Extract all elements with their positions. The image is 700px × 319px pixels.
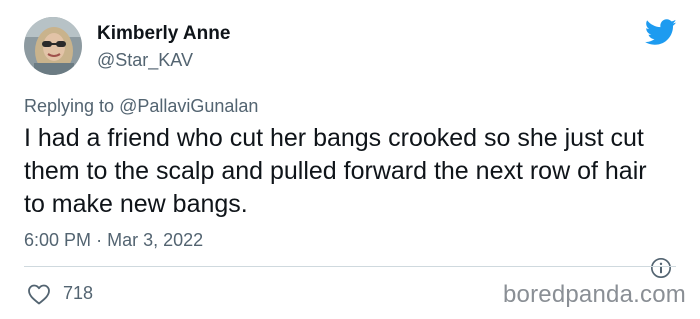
twitter-bird-icon[interactable] xyxy=(645,19,677,46)
tweet-time: 6:00 PM xyxy=(24,230,92,250)
like-count[interactable]: 718 xyxy=(63,283,93,304)
author-display-name[interactable]: Kimberly Anne xyxy=(97,23,230,45)
info-icon[interactable] xyxy=(650,257,672,279)
replying-to: Replying to @PallaviGunalan xyxy=(24,96,258,117)
tweet-meta-separator: · xyxy=(96,230,103,250)
replying-to-prefix: Replying to xyxy=(24,96,115,116)
watermark: boredpanda.com xyxy=(503,281,686,308)
divider xyxy=(24,266,676,267)
author-handle[interactable]: @Star_KAV xyxy=(97,50,193,71)
tweet-timestamp[interactable]: 6:00 PM · Mar 3, 2022 xyxy=(24,230,203,251)
heart-icon[interactable] xyxy=(27,283,51,305)
tweet-date: Mar 3, 2022 xyxy=(107,230,204,250)
avatar-photo xyxy=(24,17,82,75)
tweet-text: I had a friend who cut her bangs crooked… xyxy=(24,124,647,218)
replying-to-mention[interactable]: @PallaviGunalan xyxy=(119,96,258,116)
avatar[interactable] xyxy=(24,17,82,75)
